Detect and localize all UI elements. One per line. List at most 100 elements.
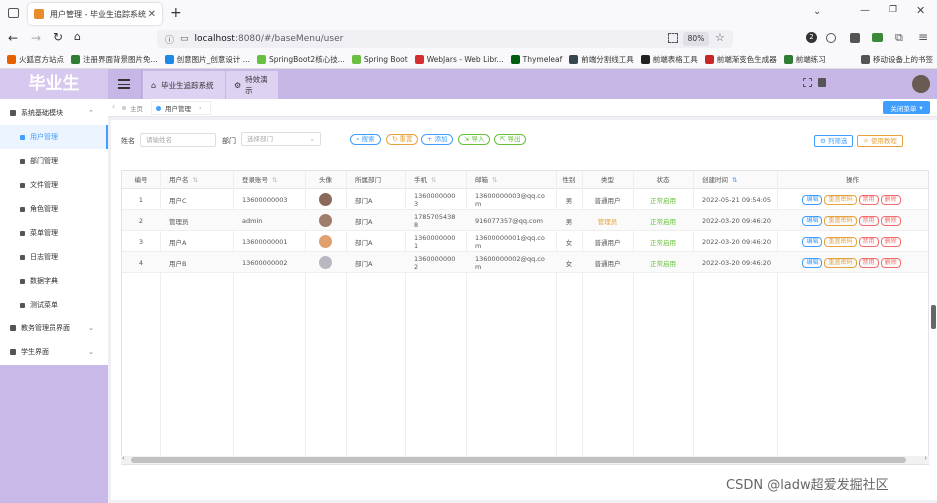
sidebar-group-1[interactable]: 教务管理员界面 ⌄ xyxy=(0,316,108,340)
action-reset-password-button[interactable]: 重置密码 xyxy=(824,215,857,226)
multiline: 916077357@qq.com xyxy=(475,217,543,225)
export-button[interactable]: ⇱ 导出 xyxy=(494,134,527,145)
close-menu-button[interactable]: 关闭菜单 ▾ xyxy=(883,101,930,114)
dept-select[interactable]: 选择部门 ⌄ xyxy=(241,132,321,146)
bookmark-item[interactable]: WebJars - Web Libr... xyxy=(414,55,504,64)
tab-close-icon[interactable]: ✕ xyxy=(148,9,156,20)
chevron-icon: ⌃ xyxy=(88,109,94,117)
forward-icon[interactable]: → xyxy=(31,31,41,45)
sort-icon[interactable]: ⇅ xyxy=(492,176,497,184)
bookmark-item[interactable]: 前端表格工具 xyxy=(640,54,698,65)
zoom-level[interactable]: 80% xyxy=(683,32,709,46)
sidebar-item-folder[interactable]: 文件管理 xyxy=(0,173,108,197)
import-button[interactable]: ⇲ 导入 xyxy=(458,134,491,145)
column-filter-button[interactable]: ⚙ 列筛选 xyxy=(814,135,854,147)
bookmark-star-icon[interactable]: ☆ xyxy=(715,31,725,44)
sidebar-item-user[interactable]: 用户管理 xyxy=(0,125,108,149)
list-tabs-icon[interactable]: ⌄ xyxy=(813,6,821,17)
qr-code-icon[interactable] xyxy=(668,33,678,43)
extensions-puzzle-icon[interactable]: ⧉ xyxy=(895,31,903,45)
breadcrumb-left-arrow-icon[interactable]: ‹ xyxy=(112,102,115,111)
fullscreen-icon[interactable] xyxy=(803,78,812,87)
name-input[interactable]: 请输姓名 xyxy=(140,133,216,147)
menu-icon[interactable]: ≡ xyxy=(918,30,928,44)
action-disable-button[interactable]: 禁用 xyxy=(858,215,879,226)
minimize-icon[interactable]: — xyxy=(860,5,870,16)
lock-icon[interactable] xyxy=(818,78,826,87)
breadcrumb-home[interactable]: 主页 xyxy=(122,101,143,115)
scrollbar-thumb[interactable] xyxy=(131,457,906,463)
sort-icon[interactable]: ⇅ xyxy=(431,176,436,184)
extension-badge-icon[interactable]: 2 xyxy=(806,32,817,43)
home-icon[interactable]: ⌂ xyxy=(74,30,81,43)
table-cell-actions[interactable]: 编辑 重置密码 禁用 删除 xyxy=(777,210,928,231)
bookmark-favicon-icon xyxy=(164,55,174,64)
browser-tab[interactable]: 用户管理 - 毕业生追踪系统 ✕ xyxy=(28,3,162,25)
search-button[interactable]: ⌕ 搜索 xyxy=(350,134,381,145)
scroll-right-icon[interactable]: › xyxy=(924,454,927,462)
top-tab-effects[interactable]: ⚙ 特效演示 xyxy=(226,71,278,99)
reset-button[interactable]: ↻ 重置 xyxy=(386,134,419,145)
sidebar-item-log[interactable]: 日志管理 xyxy=(0,245,108,269)
add-button[interactable]: + 添加 xyxy=(421,134,454,145)
sidebar-item-role[interactable]: 角色管理 xyxy=(0,197,108,221)
new-tab-icon[interactable]: + xyxy=(170,5,182,21)
tab-overview-icon[interactable] xyxy=(8,8,19,18)
action-delete-button[interactable]: 删除 xyxy=(880,236,901,247)
sidebar-item-menu[interactable]: 菜单管理 xyxy=(0,221,108,245)
table-cell-actions[interactable]: 编辑 重置密码 禁用 删除 xyxy=(777,252,928,273)
bookmark-item[interactable]: Thymeleaf xyxy=(510,55,562,64)
bookmark-item[interactable]: Spring Boot xyxy=(351,55,408,64)
action-disable-button[interactable]: 禁用 xyxy=(858,257,879,268)
bookmark-item[interactable]: 火狐官方站点 xyxy=(7,54,64,65)
bookmark-item[interactable]: 注册界面背景图片免... xyxy=(71,54,158,65)
sidebar-item-department[interactable]: 部门管理 xyxy=(0,149,108,173)
action-disable-button[interactable]: 禁用 xyxy=(858,236,879,247)
action-delete-button[interactable]: 删除 xyxy=(880,257,901,268)
sidebar-group-0[interactable]: 系统基础模块 ⌃ xyxy=(0,101,108,125)
action-edit-button[interactable]: 编辑 xyxy=(802,194,823,205)
action-reset-password-button[interactable]: 重置密码 xyxy=(824,194,857,205)
sidebar-group-2[interactable]: 学生界面 ⌄ xyxy=(0,340,108,364)
bookmark-item[interactable]: 前端分割线工具 xyxy=(569,54,634,65)
sort-icon[interactable]: ⇅ xyxy=(272,176,277,184)
url-bar[interactable]: ⓘ ▭ localhost:8080/#/baseMenu/user xyxy=(157,30,733,48)
sidebar-item-dictionary[interactable]: 数据字典 xyxy=(0,269,108,293)
bookmark-item[interactable]: SpringBoot2核心技... xyxy=(256,54,345,65)
window-close-icon[interactable]: ✕ xyxy=(916,4,925,17)
action-edit-button[interactable]: 编辑 xyxy=(802,257,823,268)
avatar xyxy=(319,235,332,248)
top-tab-system[interactable]: ⌂ 毕业生追踪系统 xyxy=(143,71,225,99)
bookmark-item[interactable]: 前端练习 xyxy=(783,54,826,65)
sort-icon[interactable]: ⇅ xyxy=(193,176,198,184)
bookmark-item[interactable]: 移动设备上的书签 xyxy=(861,54,933,65)
extension-icon[interactable] xyxy=(850,33,860,43)
bookmark-item[interactable]: 创意图片_创意设计 ... xyxy=(164,54,250,65)
bookmark-label: 前端表格工具 xyxy=(652,55,698,64)
account-icon[interactable] xyxy=(826,33,836,43)
reload-icon[interactable]: ↻ xyxy=(53,30,63,44)
tutorial-button[interactable]: ☼ 使用教程 xyxy=(857,135,903,147)
table-cell-actions[interactable]: 编辑 重置密码 禁用 删除 xyxy=(777,231,928,252)
sidebar-item-test[interactable]: 测试菜单 xyxy=(0,293,108,317)
action-edit-button[interactable]: 编辑 xyxy=(802,236,823,247)
user-avatar[interactable] xyxy=(912,75,930,93)
restore-icon[interactable]: ❐ xyxy=(889,5,897,15)
action-delete-button[interactable]: 删除 xyxy=(880,215,901,226)
table-cell-actions[interactable]: 编辑 重置密码 禁用 删除 xyxy=(777,189,928,210)
action-reset-password-button[interactable]: 重置密码 xyxy=(824,236,857,247)
action-delete-button[interactable]: 删除 xyxy=(880,194,901,205)
action-edit-button[interactable]: 编辑 xyxy=(802,215,823,226)
screenshot-icon[interactable] xyxy=(872,33,883,42)
page-scrollbar-thumb[interactable] xyxy=(931,305,936,329)
breadcrumb-current[interactable]: 用户管理 › xyxy=(151,101,211,115)
site-info-icon[interactable]: ⓘ xyxy=(165,33,174,46)
sort-icon[interactable]: ⇅ xyxy=(732,176,737,184)
scroll-left-icon[interactable]: ‹ xyxy=(122,454,125,462)
action-reset-password-button[interactable]: 重置密码 xyxy=(824,257,857,268)
action-disable-button[interactable]: 禁用 xyxy=(858,194,879,205)
hamburger-menu-icon[interactable] xyxy=(114,76,134,92)
horizontal-scrollbar[interactable]: ‹ › xyxy=(121,454,929,464)
bookmark-item[interactable]: 前端渐变色生成器 xyxy=(704,54,777,65)
back-icon[interactable]: ← xyxy=(8,31,18,45)
